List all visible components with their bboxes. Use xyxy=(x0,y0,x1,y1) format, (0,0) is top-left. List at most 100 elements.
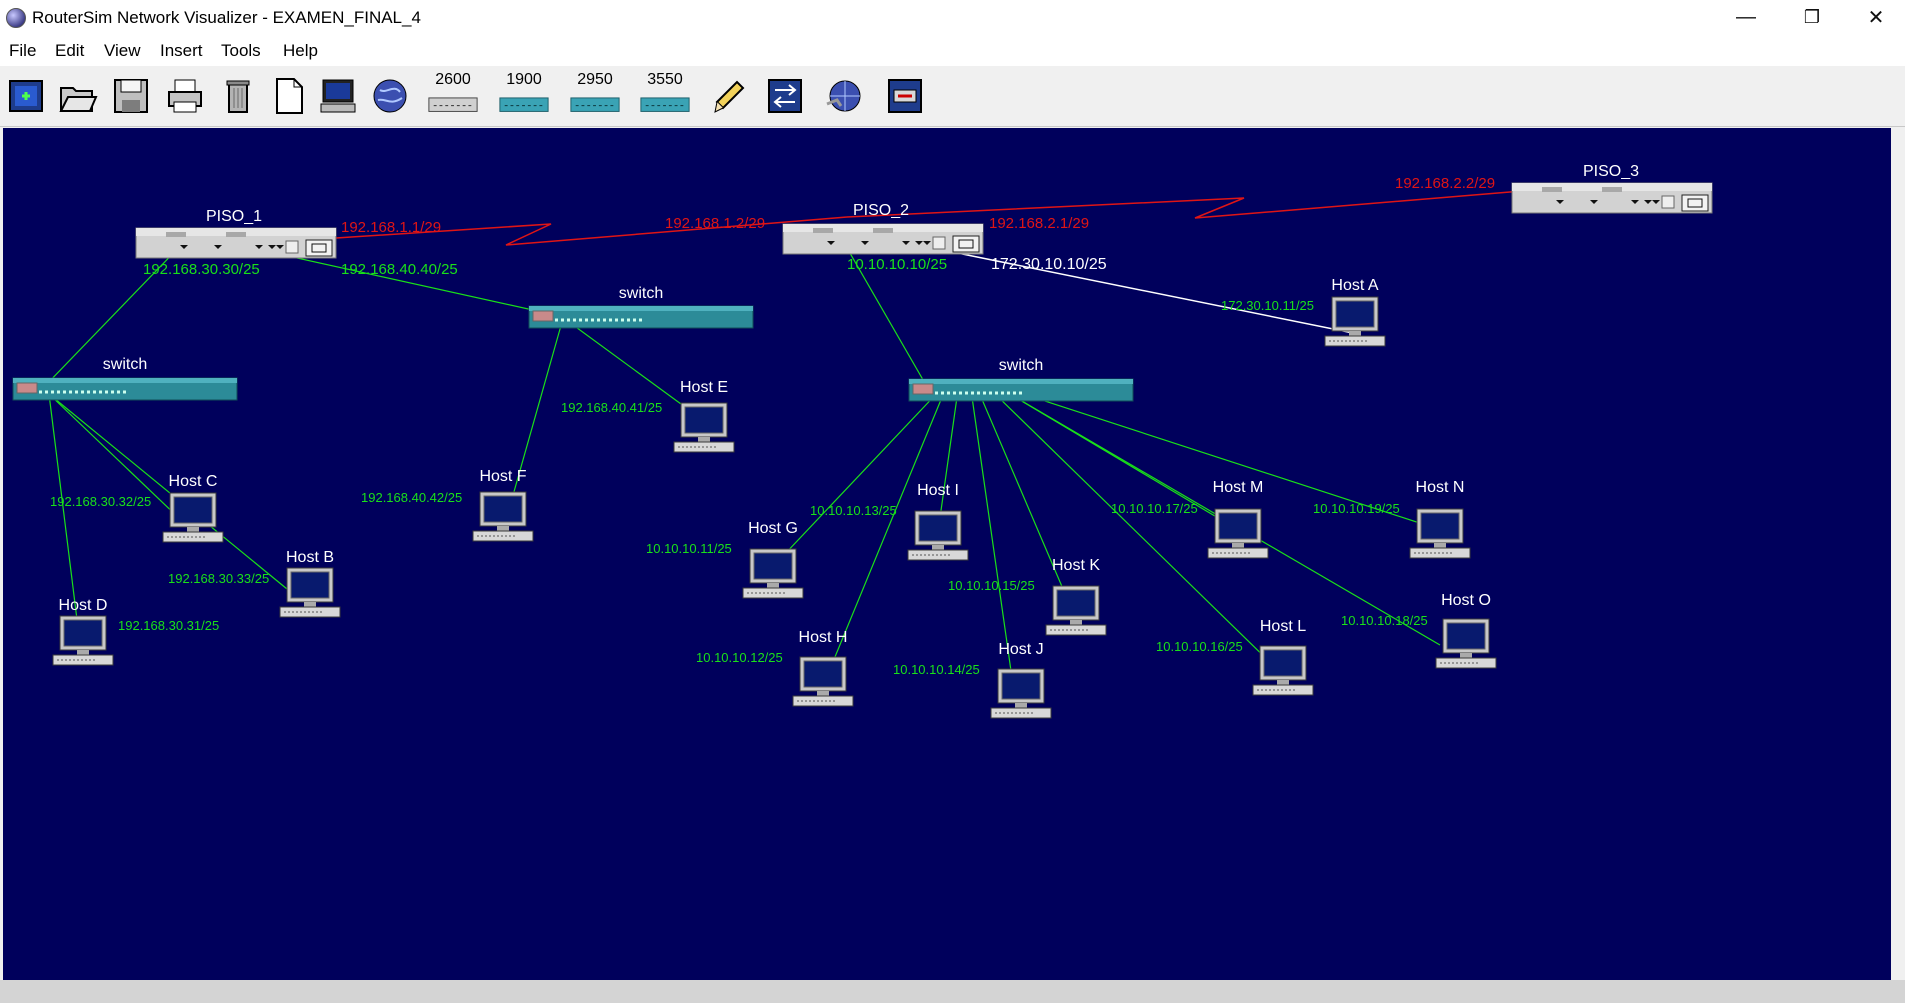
restore-button[interactable]: ❐ xyxy=(1783,0,1841,34)
ip-label-piso2-eth-b: 172.30.10.10/25 xyxy=(991,256,1107,273)
router-icon xyxy=(782,223,984,255)
menu-help[interactable]: Help xyxy=(283,41,318,61)
host-icon xyxy=(792,656,854,707)
connector-button[interactable] xyxy=(763,74,807,118)
toolbar: 2600 1900 2950 3550 xyxy=(0,66,1905,127)
switch-3550-button[interactable]: 3550 xyxy=(637,71,693,118)
switch-2950-label: 2950 xyxy=(577,71,613,88)
pencil-button[interactable] xyxy=(709,74,753,118)
host-c[interactable]: Host C xyxy=(162,473,224,543)
connector-icon xyxy=(768,79,802,113)
save-button[interactable] xyxy=(109,74,153,118)
restore-icon: ❐ xyxy=(1803,6,1821,27)
network-diagram: PISO_1 PISO_2 PISO_3 switch switch switc… xyxy=(11,163,1713,719)
internet-cloud-button[interactable] xyxy=(368,74,412,118)
host-icon xyxy=(673,402,735,453)
host-name: Host N xyxy=(1416,479,1465,496)
host-name: Host L xyxy=(1260,618,1306,635)
host-l[interactable]: Host L xyxy=(1252,618,1314,696)
ip-label-host-a: 172.30.10.11/25 xyxy=(1221,298,1314,313)
console-button[interactable] xyxy=(883,74,927,118)
print-icon xyxy=(168,79,202,113)
host-i[interactable]: Host I xyxy=(907,482,969,561)
menu-edit[interactable]: Edit xyxy=(55,41,84,61)
router-name: PISO_2 xyxy=(853,202,909,219)
network-canvas[interactable]: PISO_1 PISO_2 PISO_3 switch switch switc… xyxy=(3,128,1891,980)
host-d[interactable]: Host D xyxy=(52,597,114,666)
host-name: Host C xyxy=(169,473,218,490)
menu-insert[interactable]: Insert xyxy=(160,41,203,61)
switch-piso-1b[interactable]: switch xyxy=(527,285,755,330)
vertical-scrollbar[interactable] xyxy=(1891,128,1905,980)
app-icon xyxy=(6,8,26,28)
host-b[interactable]: Host B xyxy=(279,549,341,618)
router-2600-button[interactable]: 2600 xyxy=(425,71,481,118)
ip-label-piso2-eth-a: 10.10.10.10/25 xyxy=(847,256,947,273)
host-g[interactable]: Host G xyxy=(742,520,804,599)
host-e[interactable]: Host E xyxy=(673,379,735,453)
menu-tools[interactable]: Tools xyxy=(221,41,261,61)
menu-file[interactable]: File xyxy=(9,41,36,61)
switch-2950-button[interactable]: 2950 xyxy=(567,71,623,118)
switch-name: switch xyxy=(103,356,147,373)
switch-icon xyxy=(907,377,1135,403)
host-icon xyxy=(52,615,114,666)
minimize-button[interactable]: — xyxy=(1717,0,1775,34)
switch-1900-button[interactable]: 1900 xyxy=(496,71,552,118)
host-icon xyxy=(990,668,1052,719)
ip-label-host-c: 192.168.30.32/25 xyxy=(50,494,151,509)
workstation-button[interactable] xyxy=(316,74,360,118)
window-title: RouterSim Network Visualizer - EXAMEN_FI… xyxy=(32,8,421,27)
host-m[interactable]: Host M xyxy=(1207,479,1269,559)
host-f[interactable]: Host F xyxy=(472,468,534,542)
ip-label-piso2-serial-left: 192.168.1.2/29 xyxy=(665,215,765,232)
host-name: Host M xyxy=(1213,479,1264,496)
router-name: PISO_1 xyxy=(206,208,262,225)
ip-label-piso3-serial: 192.168.2.2/29 xyxy=(1395,175,1495,192)
host-j[interactable]: Host J xyxy=(990,641,1052,719)
delete-button[interactable] xyxy=(216,74,260,118)
host-icon xyxy=(279,567,341,618)
ip-label-host-b: 192.168.30.33/25 xyxy=(168,571,269,586)
close-button[interactable]: ✕ xyxy=(1847,0,1905,34)
host-name: Host G xyxy=(748,520,798,537)
switch-piso-2[interactable]: switch xyxy=(907,357,1135,403)
new-page-button[interactable] xyxy=(267,74,311,118)
open-button[interactable] xyxy=(56,74,100,118)
link-piso2-host-a[interactable] xyxy=(897,240,1359,335)
link-switch3-host-g[interactable] xyxy=(764,389,941,576)
host-k[interactable]: Host K xyxy=(1045,557,1107,636)
router-piso-3[interactable]: PISO_3 xyxy=(1511,163,1713,214)
host-n[interactable]: Host N xyxy=(1409,479,1471,559)
ip-label-host-h: 10.10.10.12/25 xyxy=(696,650,783,665)
ip-label-piso2-serial-right: 192.168.2.1/29 xyxy=(989,215,1089,232)
ip-label-piso1-serial: 192.168.1.1/29 xyxy=(341,219,441,236)
host-icon xyxy=(162,492,224,543)
horizontal-scrollbar[interactable] xyxy=(0,980,1905,1003)
host-icon xyxy=(472,491,534,542)
host-o[interactable]: Host O xyxy=(1435,592,1497,669)
menu-view[interactable]: View xyxy=(104,41,141,61)
router-piso-2[interactable]: PISO_2 xyxy=(782,202,984,255)
host-name: Host K xyxy=(1052,557,1100,574)
router-piso-1[interactable]: PISO_1 xyxy=(135,208,337,259)
host-h[interactable]: Host H xyxy=(792,629,854,707)
switch-piso-1[interactable]: switch xyxy=(11,356,239,402)
ip-label-piso1-eth-a: 192.168.30.30/25 xyxy=(143,261,260,278)
switch-icon xyxy=(11,376,239,402)
ip-label-host-d: 192.168.30.31/25 xyxy=(118,618,219,633)
serial-link-piso2-piso3[interactable] xyxy=(846,187,1560,219)
switch-3550-label: 3550 xyxy=(647,71,683,88)
host-icon xyxy=(1045,585,1107,636)
ip-label-host-e: 192.168.40.41/25 xyxy=(561,400,662,415)
host-a[interactable]: Host A xyxy=(1324,277,1386,347)
link-switch2-host-f[interactable] xyxy=(505,321,563,521)
new-network-button[interactable] xyxy=(5,74,49,118)
ip-label-host-n: 10.10.10.19/25 xyxy=(1313,501,1400,516)
network-globe-button[interactable] xyxy=(823,74,867,118)
print-button[interactable] xyxy=(163,74,207,118)
host-icon xyxy=(1324,296,1386,347)
host-icon xyxy=(1435,618,1497,669)
switch-name: switch xyxy=(619,285,663,302)
host-name: Host I xyxy=(917,482,959,499)
